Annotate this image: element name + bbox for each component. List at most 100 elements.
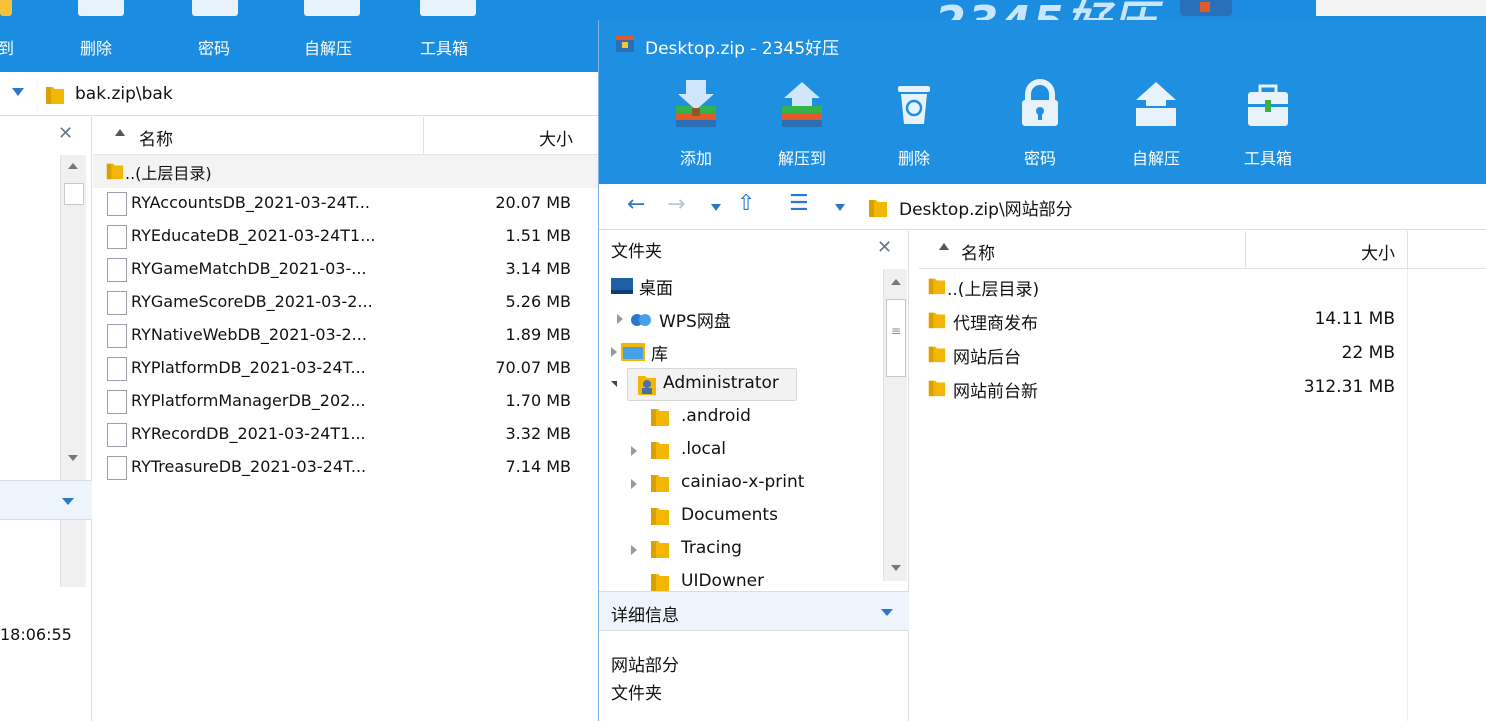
address-path[interactable]: Desktop.zip\网站部分 [899,195,1073,220]
tree-item-library[interactable]: 库 [599,335,883,368]
column-header-size[interactable]: 大小 [1245,239,1395,264]
address-path[interactable]: bak.zip\bak [75,84,173,104]
column-header-size[interactable]: 大小 [423,125,573,150]
tree-item-label: .android [681,406,751,426]
tree-item-label: UIDowner [681,571,765,591]
selfextract-button[interactable]: 自解压 [1111,68,1201,184]
chevron-down-icon[interactable] [881,609,893,616]
view-dropdown-icon[interactable] [835,204,845,211]
window-title: Desktop.zip - 2345好压 [645,39,840,59]
file-name: ..(上层目录) [125,164,212,183]
tree-item-android[interactable]: .android [599,401,883,434]
tree-item-label: .local [681,439,727,459]
tree-item-desktop[interactable]: 桌面 [599,269,883,302]
tree-item-label: WPS网盘 [659,312,731,332]
delete-button[interactable]: 删除 [869,68,959,184]
password-button[interactable]: 密码 [995,68,1085,184]
details-header[interactable]: 详细信息 [599,591,909,631]
tree-item-wps[interactable]: WPS网盘 [599,302,883,335]
selfextract-button[interactable]: 自解压 [304,35,352,59]
folder-icon [651,409,669,426]
parent-directory-row[interactable]: ..(上层目录) [93,155,600,188]
sort-ascending-icon [115,129,125,136]
file-size: 1.89 MB [505,325,572,344]
folder-pane-header: 文件夹 ✕ [599,231,909,269]
add-button[interactable]: 添加 [651,68,741,184]
details-title: 详细信息 [611,606,679,626]
folder-row[interactable]: 代理商发布 14.11 MB [919,303,1486,337]
file-row[interactable]: RYTreasureDB_2021-03-24T... 7.14 MB [93,452,600,485]
back-address-bar[interactable]: bak.zip\bak [0,72,600,116]
file-size: 14.11 MB [1314,309,1395,329]
forward-arrow-icon[interactable]: → [667,192,685,217]
scroll-down-icon[interactable] [68,455,78,461]
folder-icon [651,574,669,591]
tree-item-cainiao[interactable]: cainiao-x-print [599,467,883,500]
file-row[interactable]: RYEducateDB_2021-03-24T1... 1.51 MB [93,221,600,254]
file-icon [107,192,127,216]
desktop-icon [611,278,633,294]
tree-item-documents[interactable]: Documents [599,500,883,533]
parent-directory-row[interactable]: ..(上层目录) [919,269,1486,303]
file-row[interactable]: RYPlatformManagerDB_202... 1.70 MB [93,386,600,419]
file-row[interactable]: RYAccountsDB_2021-03-24T... 20.07 MB [93,188,600,221]
scroll-up-icon[interactable] [891,279,901,285]
expand-icon[interactable] [617,314,623,324]
tree-item-tracing[interactable]: Tracing [599,533,883,566]
scroll-up-icon[interactable] [68,163,78,169]
details-header[interactable] [0,480,92,520]
extract-to-button[interactable]: 解压到 [757,68,847,184]
file-row[interactable]: RYNativeWebDB_2021-03-2... 1.89 MB [93,320,600,353]
file-size: 1.51 MB [505,226,572,245]
title-bar[interactable]: Desktop.zip - 2345好压 [599,20,1486,68]
folder-icon [651,475,669,492]
column-header-name[interactable]: 名称 [961,239,995,264]
extract-partial-button[interactable]: 到 [0,35,14,59]
expand-icon[interactable] [611,347,617,357]
expand-icon[interactable] [631,446,637,456]
dropdown-arrow-icon[interactable] [12,88,24,96]
toolbox-button[interactable]: 工具箱 [1223,68,1313,184]
vertical-scrollbar[interactable] [60,155,86,587]
brand-logo-icon [1180,0,1232,16]
collapse-icon[interactable] [611,381,617,387]
close-icon[interactable]: ✕ [877,237,892,258]
folder-icon [106,163,124,180]
scroll-thumb[interactable] [886,299,906,377]
close-icon[interactable]: ✕ [58,123,73,144]
folder-row[interactable]: 网站前台新 312.31 MB [919,371,1486,405]
file-name: RYGameScoreDB_2021-03-2... [131,292,373,311]
back-arrow-icon[interactable]: ← [627,192,645,217]
folder-row[interactable]: 网站后台 22 MB [919,337,1486,371]
folder-icon [928,278,946,295]
up-folder-icon[interactable]: ⇧ [737,191,755,216]
expand-icon[interactable] [631,545,637,555]
file-row[interactable]: RYPlatformDB_2021-03-24T... 70.07 MB [93,353,600,386]
expand-icon[interactable] [631,479,637,489]
folder-icon [928,346,946,363]
selfextract-label: 自解压 [1131,149,1180,168]
delete-button[interactable]: 删除 [80,35,112,59]
password-button[interactable]: 密码 [198,35,230,59]
toolbox-button[interactable]: 工具箱 [420,35,468,59]
folder-icon [928,312,946,329]
tree-item-administrator[interactable]: Administrator [599,368,883,401]
vertical-scrollbar[interactable] [883,269,907,581]
scroll-down-icon[interactable] [891,565,901,571]
library-icon [621,343,645,361]
file-name: RYAccountsDB_2021-03-24T... [131,193,370,212]
tree-item-label: Administrator [663,373,779,393]
scroll-thumb[interactable] [64,183,84,205]
file-name: 网站后台 [953,348,1021,368]
lock-icon [1022,79,1058,126]
file-row[interactable]: RYGameScoreDB_2021-03-2... 5.26 MB [93,287,600,320]
history-dropdown-icon[interactable] [711,204,721,211]
chevron-down-icon[interactable] [62,498,74,505]
file-icon [107,225,127,249]
column-header-name[interactable]: 名称 [139,125,173,150]
column-divider[interactable] [1407,231,1408,269]
file-row[interactable]: RYRecordDB_2021-03-24T1... 3.32 MB [93,419,600,452]
file-row[interactable]: RYGameMatchDB_2021-03-... 3.14 MB [93,254,600,287]
view-list-icon[interactable]: ☰ [789,191,809,216]
tree-item-local[interactable]: .local [599,434,883,467]
